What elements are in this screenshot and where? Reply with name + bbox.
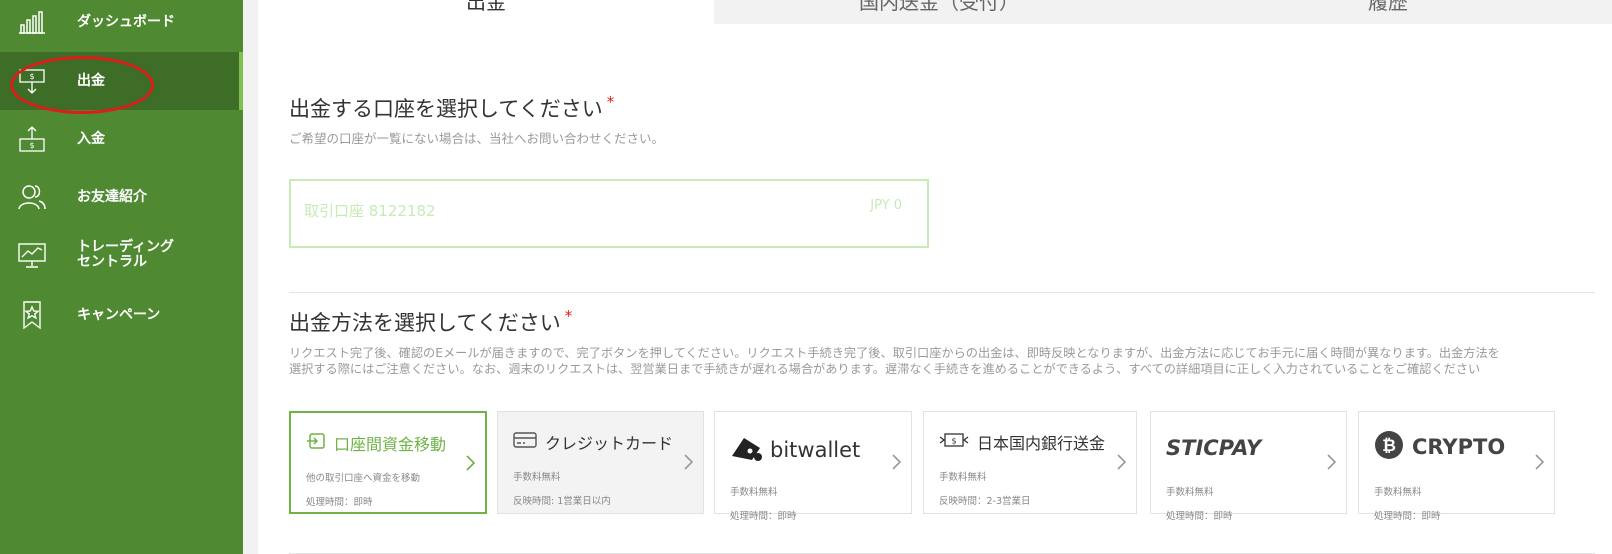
- sidebar-item-trading-central[interactable]: トレーディング セントラル: [0, 226, 243, 284]
- sidebar-item-withdraw[interactable]: $ 出金: [0, 52, 243, 110]
- method-line: 反映時間：2-3営業日: [939, 496, 1031, 507]
- active-indicator: [239, 52, 243, 110]
- svg-text:$: $: [951, 437, 956, 446]
- method-line: 処理時間：即時: [1166, 511, 1233, 522]
- method-section-desc: リクエスト完了後、確認のEメールが届きますので、完了ボタンを押してください。リク…: [289, 346, 1500, 376]
- sidebar-item-label: 出金: [77, 72, 105, 89]
- method-line: 他の取引口座へ資金を移動: [306, 473, 421, 484]
- method-card-crypto[interactable]: ₿ CRYPTO 手数料無料 処理時間：即時: [1358, 411, 1555, 522]
- account-balance: JPY 0: [870, 198, 902, 213]
- method-line: 手数料無料: [513, 472, 561, 483]
- sidebar-item-label: お友達紹介: [77, 188, 147, 205]
- method-line: 処理時間：即時: [306, 497, 373, 508]
- sidebar-item-label: ダッシュボード: [77, 13, 175, 30]
- account-section-desc: ご希望の口座が一覧にない場合は、当社へお問い合わせください。: [289, 131, 665, 146]
- tab-history[interactable]: 履歴: [1164, 0, 1612, 24]
- bar-chart-icon: [16, 6, 48, 38]
- bitwallet-logo-icon: [730, 434, 764, 466]
- required-mark: *: [606, 93, 615, 111]
- chevron-right-icon: [1535, 454, 1545, 470]
- sidebar-item-referral[interactable]: お友達紹介: [0, 168, 243, 226]
- credit-card-icon: [513, 431, 537, 453]
- sidebar-item-label: トレーディング セントラル: [77, 239, 175, 270]
- method-line: 処理時間：即時: [730, 511, 797, 522]
- transfer-icon: [306, 432, 326, 454]
- method-card-transfer[interactable]: 口座間資金移動 他の取引口座へ資金を移動 処理時間：即時: [289, 411, 487, 514]
- withdraw-icon: $: [16, 65, 48, 97]
- sticpay-logo-icon: STICPAY: [1166, 436, 1262, 460]
- referral-users-icon: [16, 181, 48, 213]
- bitcoin-icon: ₿: [1374, 430, 1404, 464]
- method-section-title: 出金方法を選択してください *: [289, 307, 573, 335]
- sidebar-item-deposit[interactable]: $ 入金: [0, 110, 243, 168]
- account-select[interactable]: 取引口座 8122182 JPY 0: [289, 179, 929, 248]
- deposit-icon: $: [16, 123, 48, 155]
- method-line: 手数料無料: [1166, 487, 1214, 498]
- method-line: 手数料無料: [939, 472, 987, 483]
- chevron-right-icon: [466, 455, 476, 471]
- svg-text:₿: ₿: [1382, 436, 1396, 456]
- method-card-sticpay[interactable]: STICPAY 手数料無料 処理時間：即時: [1150, 411, 1347, 522]
- method-card-bitwallet[interactable]: bitwallet 手数料無料 処理時間：即時: [714, 411, 912, 522]
- tab-withdraw[interactable]: 出金: [258, 0, 714, 24]
- chevron-right-icon: [892, 454, 902, 470]
- campaign-badge-icon: [16, 299, 48, 331]
- method-card-credit-card[interactable]: クレジットカード 手数料無料 反映時間: 1営業日以内: [497, 411, 704, 514]
- svg-text:$: $: [29, 141, 34, 150]
- account-name: 取引口座 8122182: [304, 202, 436, 220]
- account-section-title: 出金する口座を選択してください *: [289, 93, 615, 121]
- svg-text:$: $: [29, 72, 34, 81]
- method-line: 反映時間: 1営業日以内: [513, 496, 611, 507]
- bank-transfer-icon: $: [939, 431, 969, 453]
- sidebar-item-label: 入金: [77, 130, 105, 147]
- trading-monitor-icon: [16, 239, 48, 271]
- sidebar-item-dashboard[interactable]: ダッシュボード: [0, 0, 243, 51]
- sidebar-item-label: キャンペーン: [77, 306, 161, 323]
- chevron-right-icon: [684, 454, 694, 470]
- main-content: 出金 国内送金（受付） 履歴 出金する口座を選択してください * ご希望の口座が一…: [258, 0, 1612, 554]
- tab-bar: 出金 国内送金（受付） 履歴: [258, 0, 1612, 24]
- section-divider: [289, 292, 1595, 293]
- method-line: 手数料無料: [1374, 487, 1422, 498]
- sidebar-item-campaign[interactable]: キャンペーン: [0, 286, 243, 344]
- sidebar: ダッシュボード $ 出金 $ 入金 お友達紹介 トレーディング セントラル キャ…: [0, 0, 243, 554]
- method-line: 処理時間：即時: [1374, 511, 1441, 522]
- chevron-right-icon: [1327, 454, 1337, 470]
- method-line: 手数料無料: [730, 487, 778, 498]
- chevron-right-icon: [1117, 454, 1127, 470]
- tab-domestic-transfer[interactable]: 国内送金（受付）: [714, 0, 1164, 24]
- required-mark: *: [564, 307, 573, 325]
- method-card-bank-transfer[interactable]: $ 日本国内銀行送金 手数料無料 反映時間：2-3営業日: [923, 411, 1137, 514]
